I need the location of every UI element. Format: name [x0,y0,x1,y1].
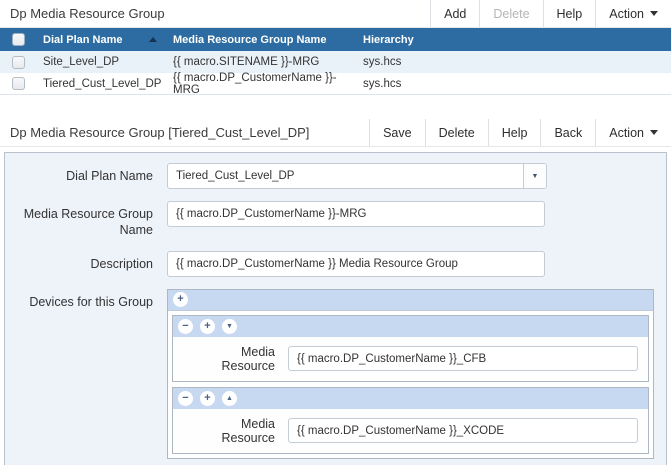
help-button[interactable]: Help [487,119,541,146]
dial-plan-name-select[interactable]: Tiered_Cust_Level_DP ▼ [167,163,547,189]
description-input[interactable] [167,250,545,277]
delete-button: Delete [479,0,542,27]
plus-icon: + [204,391,211,404]
device-item: − + ▲ Media Resource [172,386,649,454]
select-all-checkbox[interactable] [12,33,25,46]
minus-icon: − [182,391,189,404]
arrow-up-icon: ▲ [226,394,233,402]
detail-toolbar: Dp Media Resource Group [Tiered_Cust_Lev… [0,119,671,147]
dial-plan-name-label: Dial Plan Name [66,169,153,183]
cell-hierarchy: sys.hcs [363,56,402,68]
plus-icon: + [204,319,211,332]
devices-group-body: − + ▼ Media Resource {{macro.DP_Custome… [168,311,653,458]
list-toolbar: Dp Media Resource Group Add Delete Help … [0,0,671,28]
media-resource-label: Media Resource [221,416,276,445]
page: Dp Media Resource Group Add Delete Help … [0,0,671,465]
form-row-description: Description [15,250,656,277]
action-menu-label: Action [609,125,644,140]
cell-hierarchy: sys.hcs [363,77,402,90]
remove-row-button[interactable]: − [178,318,193,334]
table-row[interactable]: Tiered_Cust_Level_DP {{ macro.DP_Custome… [0,71,671,96]
description-label: Description [90,256,153,271]
arrow-down-icon: ▼ [226,322,233,330]
sort-ascending-icon [149,37,157,42]
caret-down-icon [650,130,658,135]
devices-repeating-group: + − + ▼ Media Resource {{macro.DP_Custo… [167,288,654,459]
row-checkbox-cell [0,55,43,69]
column-header-label: Dial Plan Name [43,33,123,46]
mrg-name-label: Media Resource Group Name [23,207,153,238]
table-row[interactable]: Site_Level_DP {{ macro.SITENAME }}-MRG s… [0,51,671,73]
save-button[interactable]: Save [369,119,425,146]
detail-panel-title: Dp Media Resource Group [Tiered_Cust_Lev… [10,125,310,140]
row-checkbox-cell [0,77,43,90]
add-button[interactable]: Add [430,0,479,27]
select-arrow-icon[interactable]: ▼ [523,164,546,188]
form-row-mrg-name: Media Resource Group Name [15,201,656,239]
delete-button[interactable]: Delete [424,119,488,146]
panel-gap [0,95,671,119]
column-header-mrg-name[interactable]: Media Resource Group Name [173,34,363,46]
row-checkbox[interactable] [12,77,25,90]
media-resource-label: Media Resource [221,344,276,373]
device-item-body: Media Resource [173,336,648,381]
media-resource-input[interactable] [288,346,638,371]
devices-group-label: Devices for this Group [29,294,153,309]
minus-icon: − [182,319,189,332]
cell-mrg-name: {{ macro.DP_CustomerName }}-MRG [173,71,337,96]
device-item-header: − + ▼ [173,315,648,337]
table-header-row: Dial Plan Name Media Resource Group Name… [0,28,671,51]
move-up-button[interactable]: ▲ [222,390,237,406]
list-panel-title: Dp Media Resource Group [10,6,165,21]
back-button[interactable]: Back [540,119,595,146]
table-header-checkbox-cell [0,33,43,46]
form-row-devices: Devices for this Group + − + ▼ Media Res… [15,288,656,459]
row-checkbox[interactable] [12,55,25,69]
detail-form: Dial Plan Name Tiered_Cust_Level_DP ▼ Me… [4,152,667,465]
help-button[interactable]: Help [542,0,596,27]
cell-dial-plan-name[interactable]: Tiered_Cust_Level_DP [43,78,173,90]
form-row-dial-plan-name: Dial Plan Name Tiered_Cust_Level_DP ▼ [15,163,656,189]
device-item-header: − + ▲ [173,387,648,409]
column-header-dial-plan-name[interactable]: Dial Plan Name [43,34,173,46]
devices-group-header: + [168,289,653,311]
media-resource-input[interactable] [288,418,638,443]
add-row-button[interactable]: + [200,390,215,406]
action-menu-button[interactable]: Action [595,119,671,146]
device-item-body: Media Resource [173,408,648,453]
caret-down-icon [650,11,658,16]
cell-mrg-name: {{ macro.SITENAME }}-MRG [173,56,320,68]
column-header-hierarchy[interactable]: Hierarchy [363,34,671,46]
action-menu-button[interactable]: Action [595,0,671,27]
cell-dial-plan-name[interactable]: Site_Level_DP [43,56,173,68]
remove-row-button[interactable]: − [178,390,193,406]
move-down-button[interactable]: ▼ [222,318,237,334]
action-menu-label: Action [609,6,644,21]
plus-icon: + [177,293,184,305]
device-item: − + ▼ Media Resource [172,314,649,382]
add-row-button[interactable]: + [200,318,215,334]
mrg-name-input[interactable] [167,201,545,227]
dial-plan-name-selected-value: Tiered_Cust_Level_DP [176,170,295,182]
add-row-button[interactable]: + [173,292,188,307]
